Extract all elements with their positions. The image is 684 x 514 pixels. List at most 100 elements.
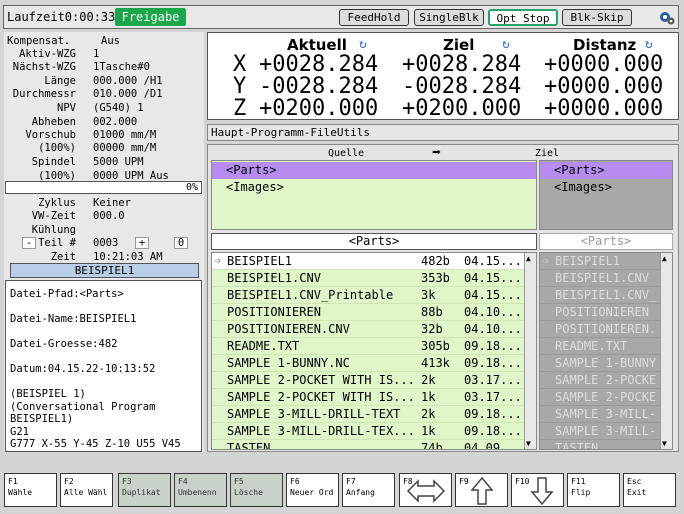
file-row[interactable]: ➩ BEISPIEL1 [540, 253, 662, 270]
singleblk-button[interactable]: SingleBlk [414, 9, 484, 26]
file-row[interactable]: POSITIONIEREN. [540, 321, 662, 338]
source-path: <Parts> [211, 233, 537, 250]
scroll-down-icon[interactable]: ▼ [662, 439, 667, 448]
file-row[interactable]: SAMPLE 2-POCKET WITH IS... 2k 03.17... [212, 372, 526, 389]
aktuell-value: -0028.284 [259, 74, 379, 99]
dir-item-images[interactable]: <Images> [212, 179, 536, 196]
scroll-down-icon[interactable]: ▼ [526, 439, 531, 448]
file-name: README.TXT [227, 339, 300, 353]
dir-item-parts[interactable]: <Parts> [540, 162, 672, 179]
file-row[interactable]: SAMPLE 1-BUNNY [540, 355, 662, 372]
fkey-f4[interactable]: F4 Umbenenn [174, 473, 227, 507]
scrollbar[interactable]: ▲ ▼ [524, 253, 536, 449]
laufzeit-label: Laufzeit0:00:33 [7, 10, 116, 24]
distanz-value: +0000.000 [544, 52, 664, 77]
teil-plus-button[interactable]: + [135, 237, 149, 249]
file-name: BEISPIEL1 [227, 254, 293, 268]
file-size: 2k [421, 373, 436, 387]
axis-label: Z [233, 96, 247, 121]
fkey-f3[interactable]: F3 Duplikat [118, 473, 171, 507]
fkey-label: Duplikat [122, 488, 161, 497]
dir-item-parts[interactable]: <Parts> [212, 162, 536, 179]
file-size: 88b [421, 305, 443, 319]
file-date: 09.18... [464, 339, 522, 353]
file-date: 04.10... [464, 305, 522, 319]
refresh-icon[interactable]: ↻ [359, 37, 367, 52]
fkey-f9[interactable]: F9 [455, 473, 508, 507]
file-size: 353b [421, 271, 450, 285]
file-row[interactable]: POSITIONIEREN.CNV 32b 04.10... [212, 321, 526, 338]
fkey-f5[interactable]: F5 Lösche [230, 473, 283, 507]
file-name: BEISPIEL1.CNV_Printable [227, 288, 394, 302]
file-row[interactable]: ➩ BEISPIEL1 482b 04.15... [212, 253, 526, 270]
fkey-number: F3 [122, 477, 132, 486]
fkey-number: F4 [178, 477, 188, 486]
teil-reset-button[interactable]: 0 [174, 237, 188, 249]
scroll-up-icon[interactable]: ▲ [662, 254, 667, 263]
fkey-number: Esc [627, 477, 642, 486]
program-name: BEISPIEL1 [10, 263, 199, 278]
file-row[interactable]: SAMPLE 3-MILL-DRILL-TEX... 1k 09.18... [212, 423, 526, 440]
fkey-label: Lösche [234, 488, 263, 497]
aktuell-value: +0200.000 [259, 96, 379, 121]
fkey-f8[interactable]: F8 [399, 473, 452, 507]
fkey-esc[interactable]: Esc Exit [623, 473, 676, 507]
fkey-f11[interactable]: F11 Flip [567, 473, 620, 507]
refresh-icon[interactable]: ↻ [645, 37, 653, 52]
quelle-label: Quelle [328, 148, 365, 159]
teil-minus-button[interactable]: - [22, 237, 36, 249]
file-row[interactable]: BEISPIEL1.CNV_ [540, 287, 662, 304]
file-row[interactable]: SAMPLE 3-MILL- [540, 406, 662, 423]
fkey-f1[interactable]: F1 Wähle [4, 473, 57, 507]
vorschub-override-value: 00000 mm/M [93, 142, 157, 154]
file-row[interactable]: TASTEN [540, 440, 662, 449]
file-row[interactable]: POSITIONIEREN [540, 304, 662, 321]
file-row[interactable]: README.TXT 305b 09.18... [212, 338, 526, 355]
ziel-value: +0200.000 [402, 96, 522, 121]
file-date: 03.17... [464, 373, 522, 387]
file-row[interactable]: SAMPLE 2-POCKE [540, 372, 662, 389]
fkey-f10[interactable]: F10 [511, 473, 564, 507]
file-row[interactable]: SAMPLE 2-POCKE [540, 389, 662, 406]
file-row[interactable]: BEISPIEL1.CNV_Printable 3k 04.15... [212, 287, 526, 304]
axis-label: Y [233, 74, 247, 99]
file-size: 1k [421, 424, 436, 438]
ziel-label: Ziel [535, 148, 560, 159]
file-row[interactable]: SAMPLE 1-BUNNY.NC 413k 09.18... [212, 355, 526, 372]
fkey-number: F8 [403, 477, 413, 486]
source-dir-list: <Parts> <Images> [211, 160, 537, 230]
scrollbar[interactable]: ▲ ▼ [660, 253, 672, 449]
fkey-f2[interactable]: F2 Alle Wähl [60, 473, 113, 507]
scroll-up-icon[interactable]: ▲ [526, 254, 531, 263]
spindel-label: Spindel [31, 156, 76, 168]
spindel-value: 5000 UPM [93, 156, 144, 168]
zyklus-label: Zyklus [38, 197, 76, 209]
file-row[interactable]: SAMPLE 2-POCKET WITH IS... 1k 03.17... [212, 389, 526, 406]
fkey-f6[interactable]: F6 Neuer Ord [286, 473, 339, 507]
fkey-label: Alle Wähl [64, 488, 108, 497]
feedhold-button[interactable]: FeedHold [339, 9, 409, 26]
file-row[interactable]: BEISPIEL1.CNV [540, 270, 662, 287]
dest-file-list: ➩ BEISPIEL1 BEISPIEL1.CNV BEISPIEL1.CNV_ POS… [539, 252, 673, 450]
file-name: BEISPIEL1.CNV [555, 271, 649, 285]
file-row[interactable]: BEISPIEL1.CNV 353b 04.15... [212, 270, 526, 287]
fkey-f7[interactable]: F7 Anfang [342, 473, 395, 507]
progress-value: 0% [185, 182, 198, 193]
file-date: 04.10... [464, 322, 522, 336]
file-size: 1k [421, 390, 436, 404]
file-row[interactable]: SAMPLE 3-MILL-DRILL-TEXT 2k 09.18... [212, 406, 526, 423]
fkey-label: Umbenenn [178, 488, 217, 497]
blkskip-button[interactable]: Blk-Skip [562, 9, 632, 26]
source-file-list: ➩ BEISPIEL1 482b 04.15... BEISPIEL1.CNV 353b 0… [211, 252, 537, 450]
file-name: POSITIONIEREN.CNV [227, 322, 350, 336]
settings-gear-icon[interactable] [658, 9, 676, 26]
file-row[interactable]: TASTEN 74b 04.09... [212, 440, 526, 449]
file-name: SAMPLE 3-MILL- [555, 407, 657, 421]
file-row[interactable]: POSITIONIEREN 88b 04.10... [212, 304, 526, 321]
refresh-icon[interactable]: ↻ [502, 37, 510, 52]
ziel-value: +0028.284 [402, 52, 522, 77]
file-row[interactable]: README.TXT [540, 338, 662, 355]
file-row[interactable]: SAMPLE 3-MILL- [540, 423, 662, 440]
optstop-button[interactable]: Opt Stop [488, 9, 558, 26]
dir-item-images[interactable]: <Images> [540, 179, 672, 196]
